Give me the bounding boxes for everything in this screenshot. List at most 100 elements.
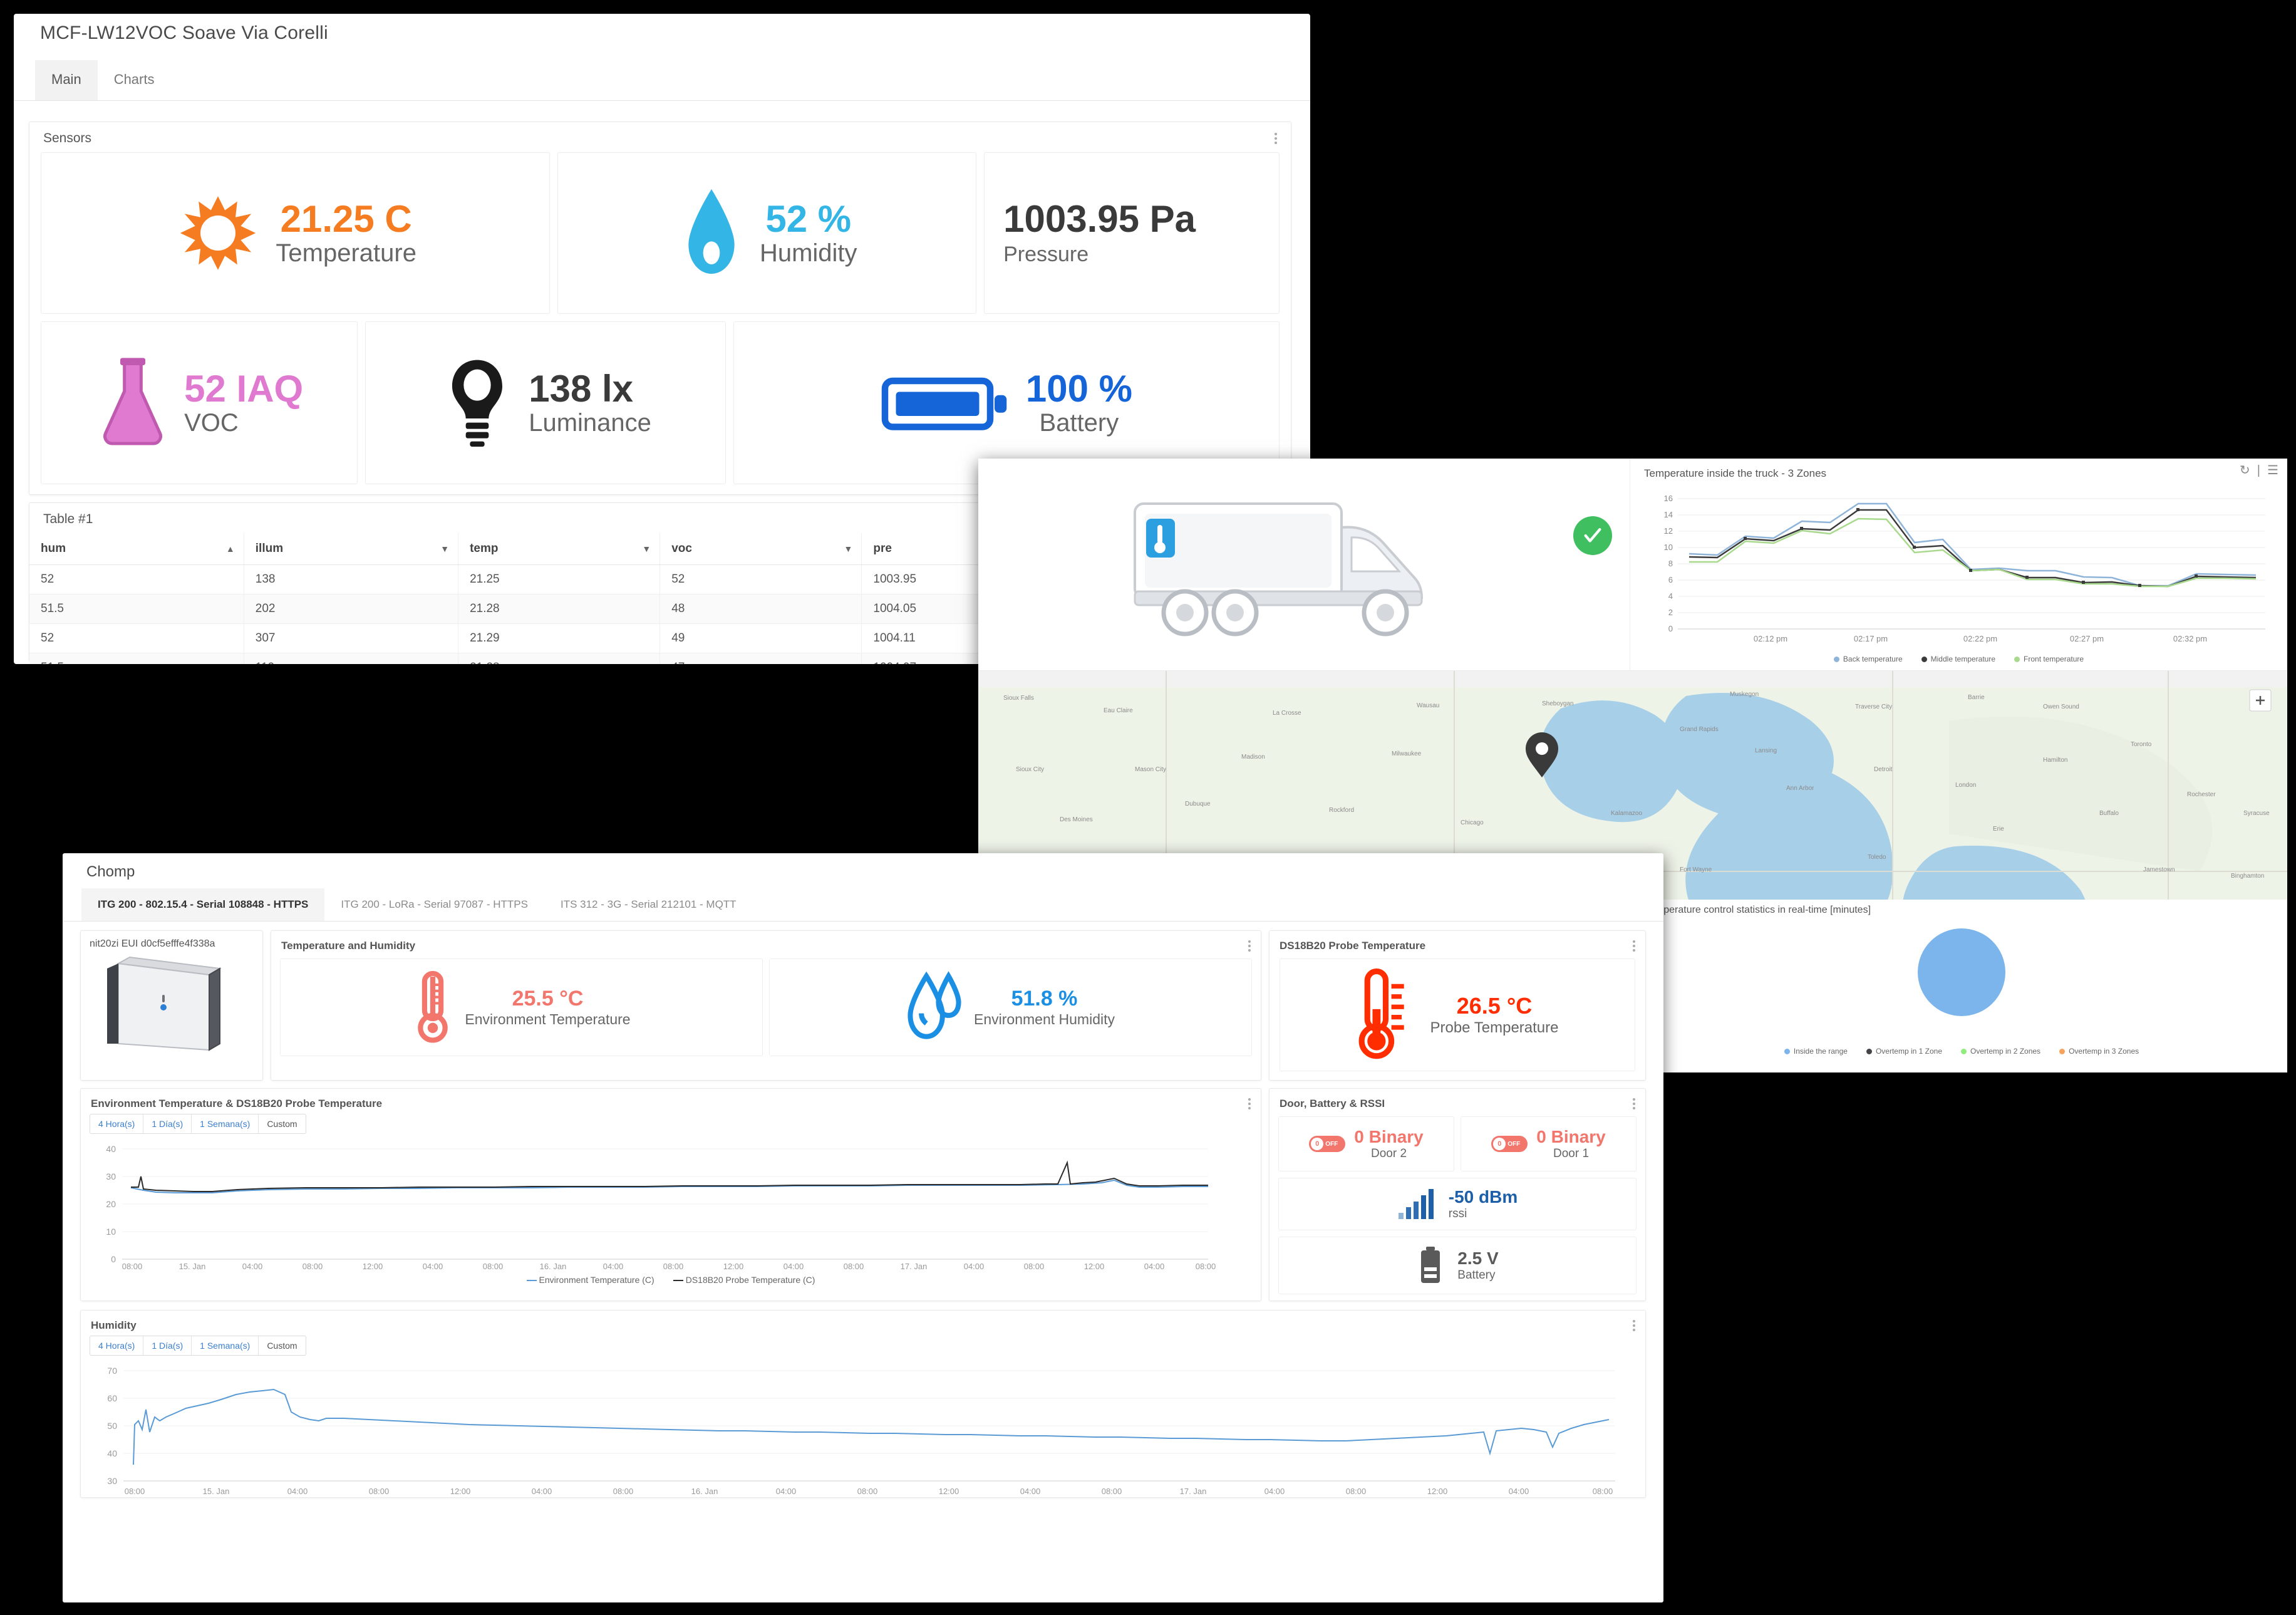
col-voc[interactable]: voc ▼ <box>659 533 862 565</box>
col-hum[interactable]: hum ▲ <box>29 533 244 565</box>
legend-item-probe-temp[interactable]: DS18B20 Probe Temperature (C) <box>673 1275 815 1285</box>
tile-rssi[interactable]: -50 dBm rssi <box>1278 1178 1637 1230</box>
truck-icon <box>1134 502 1424 636</box>
dbr-card-menu-icon[interactable] <box>1633 1096 1635 1111</box>
temp-chart-menu-icon[interactable] <box>1248 1096 1251 1111</box>
tile-door-1[interactable]: 0 OFF 0 Binary Door 1 <box>1461 1116 1637 1171</box>
probe-temperature-value: 26.5 °C <box>1456 993 1533 1019</box>
svg-text:20: 20 <box>106 1199 116 1209</box>
truck-temp-chart-legend: Back temperature Middle temperature Fron… <box>1639 652 2278 663</box>
tile-humidity[interactable]: 52 % Humidity <box>557 152 977 314</box>
legend-item-inside-range[interactable]: Inside the range <box>1784 1047 1848 1056</box>
chomp-row-1: nit20zi EUI d0cf5efffe4f338a Temperature… <box>80 930 1646 1081</box>
probe-card-menu-icon[interactable] <box>1633 938 1635 953</box>
tile-temperature[interactable]: 21.25 C Temperature <box>41 152 551 314</box>
cell-temp: 21.28 <box>458 653 661 664</box>
tab-itg200-lora[interactable]: ITG 200 - LoRa - Serial 97087 - HTTPS <box>324 888 544 921</box>
door1-toggle[interactable]: 0 OFF <box>1491 1136 1528 1152</box>
tab-itg200-802154[interactable]: ITG 200 - 802.15.4 - Serial 108848 - HTT… <box>81 888 325 921</box>
range-1-day[interactable]: 1 Día(s) <box>143 1114 192 1133</box>
hum-range-1-day[interactable]: 1 Día(s) <box>143 1336 192 1355</box>
legend-item-middle[interactable]: Middle temperature <box>1921 655 1995 663</box>
svg-text:Milwaukee: Milwaukee <box>1392 750 1422 757</box>
probe-card-header: DS18B20 Probe Temperature <box>1270 931 1645 958</box>
th-card-header: Temperature and Humidity <box>271 931 1261 958</box>
temp-chart-range-buttons: 4 Hora(s) 1 Día(s) 1 Semana(s) Custom <box>90 1114 306 1134</box>
tile-battery[interactable]: 2.5 V Battery <box>1278 1237 1637 1294</box>
svg-text:16. Jan: 16. Jan <box>691 1487 718 1494</box>
env-humidity-value: 51.8 % <box>1011 987 1078 1010</box>
range-custom[interactable]: Custom <box>259 1114 305 1133</box>
legend-item-overtemp-3[interactable]: Overtemp in 3 Zones <box>2059 1047 2139 1056</box>
humidity-chart-menu-icon[interactable] <box>1633 1318 1635 1333</box>
env-humidity-label: Environment Humidity <box>974 1011 1115 1027</box>
col-temp[interactable]: temp ▼ <box>458 533 661 565</box>
tab-main[interactable]: Main <box>35 60 98 100</box>
tile-luminance-value: 138 lx <box>529 367 634 410</box>
sensors-card-header: Sensors <box>29 122 1291 152</box>
svg-text:Jamestown: Jamestown <box>2143 866 2175 873</box>
map-zoom-control <box>2249 689 2272 712</box>
svg-text:Owen Sound: Owen Sound <box>2043 704 2079 710</box>
hum-range-4-hours[interactable]: 4 Hora(s) <box>90 1336 144 1355</box>
tile-voc[interactable]: 52 IAQ VOC <box>41 321 358 484</box>
range-4-hours[interactable]: 4 Hora(s) <box>90 1114 144 1133</box>
hum-range-custom[interactable]: Custom <box>259 1336 305 1355</box>
svg-text:Ann Arbor: Ann Arbor <box>1786 785 1814 792</box>
tile-luminance[interactable]: 138 lx Luminance <box>365 321 726 484</box>
svg-text:Traverse City: Traverse City <box>1855 704 1892 710</box>
svg-text:08:00: 08:00 <box>663 1262 684 1269</box>
door1-toggle-label: OFF <box>1507 1140 1521 1148</box>
legend-item-back[interactable]: Back temperature <box>1833 655 1903 663</box>
legend-item-env-temp[interactable]: Environment Temperature (C) <box>526 1275 654 1285</box>
svg-text:08:00: 08:00 <box>483 1262 504 1269</box>
th-card-menu-icon[interactable] <box>1248 938 1251 953</box>
svg-text:Sioux City: Sioux City <box>1016 766 1044 773</box>
svg-text:8: 8 <box>1668 559 1673 568</box>
svg-text:60: 60 <box>107 1393 117 1403</box>
legend-item-overtemp-1[interactable]: Overtemp in 1 Zone <box>1866 1047 1942 1056</box>
svg-text:Buffalo: Buffalo <box>2099 810 2119 817</box>
table-title: Table #1 <box>43 512 93 526</box>
svg-text:02:27 pm: 02:27 pm <box>2070 634 2104 643</box>
th-tiles: 25.5 °C Environment Temperature 51.8 % E… <box>271 958 1261 1065</box>
status-ok-badge <box>1573 516 1612 555</box>
svg-text:17. Jan: 17. Jan <box>1180 1487 1207 1494</box>
door-tiles: 0 OFF 0 Binary Door 2 0 OFF 0 Binary Doo… <box>1278 1116 1637 1171</box>
cell-hum: 52 <box>29 564 244 595</box>
legend-item-front[interactable]: Front temperature <box>2014 655 2084 663</box>
range-1-week[interactable]: 1 Semana(s) <box>192 1114 259 1133</box>
svg-text:Rochester: Rochester <box>2187 791 2216 798</box>
tab-its312-3g[interactable]: ITS 312 - 3G - Serial 212101 - MQTT <box>544 888 753 921</box>
svg-text:Sioux Falls: Sioux Falls <box>1003 695 1034 702</box>
svg-text:Erie: Erie <box>1993 826 2004 833</box>
svg-text:12:00: 12:00 <box>450 1487 471 1494</box>
tile-environment-temperature[interactable]: 25.5 °C Environment Temperature <box>280 958 763 1056</box>
tile-door-2[interactable]: 0 OFF 0 Binary Door 2 <box>1278 1116 1454 1171</box>
hum-range-1-week[interactable]: 1 Semana(s) <box>192 1336 259 1355</box>
tab-charts[interactable]: Charts <box>98 60 171 100</box>
tile-environment-humidity[interactable]: 51.8 % Environment Humidity <box>769 958 1252 1056</box>
tile-temperature-label: Temperature <box>276 239 416 267</box>
temp-chart-title: Environment Temperature & DS18B20 Probe … <box>91 1098 383 1109</box>
col-illum[interactable]: illum ▼ <box>244 533 459 565</box>
device-card: nit20zi EUI d0cf5efffe4f338a <box>80 930 263 1081</box>
svg-text:40: 40 <box>106 1144 116 1154</box>
svg-text:15. Jan: 15. Jan <box>203 1487 230 1494</box>
sensors-menu-icon[interactable] <box>1275 131 1277 146</box>
device-name: nit20zi EUI d0cf5efffe4f338a <box>90 938 215 949</box>
truck-stats-piechart <box>1918 928 2005 1016</box>
svg-text:14: 14 <box>1664 510 1673 519</box>
tile-pressure[interactable]: 1003.95 Pa Pressure <box>984 152 1280 314</box>
legend-item-overtemp-2[interactable]: Overtemp in 2 Zones <box>1961 1047 2040 1056</box>
svg-text:08:00: 08:00 <box>1102 1487 1122 1494</box>
svg-text:08:00: 08:00 <box>857 1487 878 1494</box>
env-temperature-label: Environment Temperature <box>465 1011 631 1027</box>
tabbar-mcf: Main Charts <box>14 60 1310 101</box>
door2-toggle[interactable]: 0 OFF <box>1309 1136 1346 1152</box>
cell-illum: 202 <box>244 594 459 624</box>
tile-probe-temperature[interactable]: 26.5 °C Probe Temperature <box>1280 958 1635 1071</box>
svg-text:16: 16 <box>1664 494 1673 503</box>
panel-icon-group[interactable]: ↻ | ☰ <box>2240 462 2278 478</box>
truck-illustration-panel <box>978 459 1630 670</box>
